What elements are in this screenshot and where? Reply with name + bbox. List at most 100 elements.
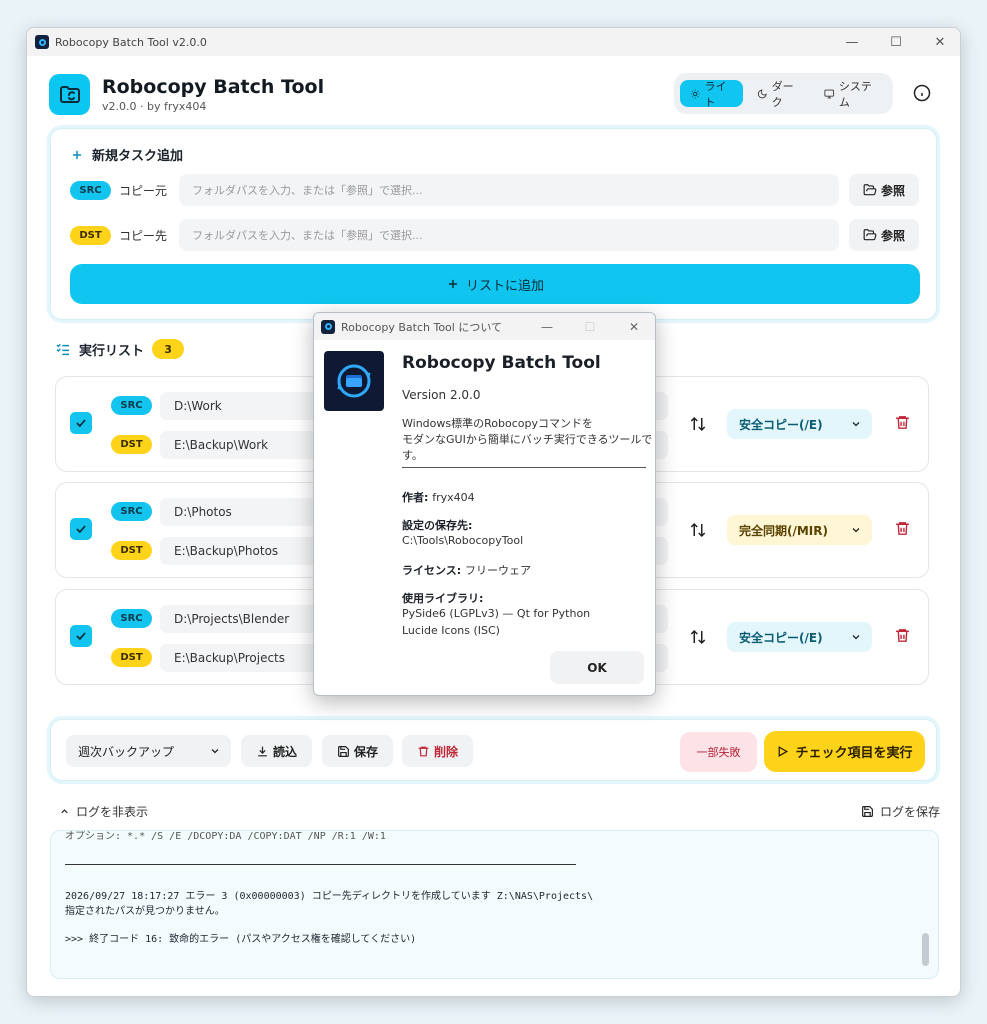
- app-icon: [35, 35, 49, 49]
- list-checks-icon: [56, 343, 69, 356]
- moon-icon: [758, 89, 767, 98]
- trash-icon[interactable]: [894, 520, 911, 541]
- chevron-down-icon: [852, 422, 860, 427]
- dst-tag: DST: [70, 226, 111, 245]
- dialog-app-name: Robocopy Batch Tool: [402, 353, 601, 373]
- check-icon: [76, 632, 86, 641]
- src-tag: SRC: [111, 609, 152, 628]
- theme-system-button[interactable]: システム: [814, 80, 887, 109]
- maximize-button[interactable]: ☐: [874, 28, 918, 56]
- info-icon[interactable]: [913, 84, 931, 102]
- trash-icon[interactable]: [894, 414, 911, 435]
- dialog-version: Version 2.0.0: [402, 388, 481, 402]
- window-title: Robocopy Batch Tool v2.0.0: [55, 35, 207, 49]
- log-line: オプション: *.* /S /E /DCOPY:DA /COPY:DAT /NP…: [65, 831, 386, 842]
- folder-open-icon: [863, 184, 877, 196]
- task-checkbox[interactable]: [70, 518, 92, 540]
- theme-light-button[interactable]: ライト: [680, 80, 744, 109]
- license-line: ライセンス: フリーウェア: [402, 564, 532, 577]
- new-task-title: 新規タスク追加: [70, 145, 183, 164]
- task-list-title: 実行リスト 3: [55, 339, 185, 359]
- play-icon: [779, 746, 789, 757]
- library-item: Lucide Icons (ISC): [402, 624, 500, 637]
- src-tag: SRC: [70, 181, 111, 200]
- action-bar: 週次バックアップ 読込 保存 削除 一部失敗 チェック項目を実行: [50, 719, 937, 781]
- dialog-title-bar[interactable]: Robocopy Batch Tool について — ☐ ✕: [314, 313, 655, 340]
- dialog-divider: [402, 467, 646, 468]
- libraries-label: 使用ライブラリ:: [402, 592, 484, 605]
- swap-icon[interactable]: [689, 628, 707, 650]
- ok-button[interactable]: OK: [550, 651, 644, 684]
- src-path-input[interactable]: フォルダパスを入力、または「参照」で選択...: [179, 174, 839, 206]
- log-save-button[interactable]: ログを保存: [861, 803, 940, 820]
- app-header: Robocopy Batch Tool v2.0.0 · by fryx404: [49, 74, 324, 115]
- dst-tag: DST: [111, 541, 152, 560]
- title-bar[interactable]: Robocopy Batch Tool v2.0.0 — ☐ ✕: [27, 28, 960, 56]
- chevron-down-icon: [211, 749, 219, 754]
- app-logo-icon: [49, 74, 90, 115]
- dst-tag: DST: [111, 648, 152, 667]
- monitor-icon: [824, 89, 835, 98]
- delete-preset-button[interactable]: 削除: [402, 735, 473, 767]
- author-line: 作者: fryx404: [402, 491, 475, 504]
- check-icon: [76, 419, 86, 428]
- swap-icon[interactable]: [689, 521, 707, 543]
- folder-open-icon: [863, 229, 877, 241]
- theme-switcher: ライト ダーク システム: [674, 73, 893, 114]
- save-icon: [338, 745, 349, 757]
- app-subtitle: v2.0.0 · by fryx404: [102, 100, 207, 113]
- dst-browse-button[interactable]: 参照: [849, 219, 919, 251]
- save-icon: [862, 806, 873, 817]
- app-name: Robocopy Batch Tool: [102, 76, 325, 98]
- dst-row-label: DST コピー先: [70, 226, 167, 245]
- dst-tag: DST: [111, 435, 152, 454]
- copy-mode-select[interactable]: 安全コピー(/E): [727, 622, 872, 652]
- new-task-panel: 新規タスク追加 SRC コピー元 フォルダパスを入力、または「参照」で選択...…: [50, 128, 937, 320]
- log-line: 指定されたパスが見つかりません。: [65, 906, 225, 917]
- src-tag: SRC: [111, 502, 152, 521]
- preset-select[interactable]: 週次バックアップ: [66, 735, 231, 767]
- save-button[interactable]: 保存: [322, 735, 393, 767]
- plus-icon: [448, 279, 458, 289]
- library-item: PySide6 (LGPLv3) — Qt for Python: [402, 607, 591, 620]
- app-icon: [321, 319, 335, 334]
- src-browse-button[interactable]: 参照: [849, 174, 919, 206]
- log-toggle-button[interactable]: ログを非表示: [59, 803, 148, 820]
- save-location-label: 設定の保存先:: [402, 519, 473, 532]
- dialog-maximize-button: ☐: [584, 319, 596, 334]
- load-button[interactable]: 読込: [241, 735, 312, 767]
- dst-path-input[interactable]: フォルダパスを入力、または「参照」で選択...: [179, 219, 839, 251]
- check-icon: [76, 525, 86, 534]
- copy-mode-select[interactable]: 安全コピー(/E): [727, 409, 872, 439]
- trash-icon[interactable]: [894, 627, 911, 648]
- src-row-label: SRC コピー元: [70, 181, 167, 200]
- status-badge: 一部失敗: [680, 732, 757, 772]
- log-separator: [65, 864, 576, 865]
- run-checked-button[interactable]: チェック項目を実行: [764, 731, 925, 772]
- log-scrollbar[interactable]: [922, 933, 929, 966]
- add-to-list-button[interactable]: リストに追加: [70, 264, 920, 304]
- close-button[interactable]: ✕: [918, 28, 960, 56]
- chevron-up-icon: [61, 809, 68, 814]
- dialog-close-button[interactable]: ✕: [613, 313, 655, 340]
- plus-icon: [72, 150, 82, 159]
- src-tag: SRC: [111, 396, 152, 415]
- task-count-badge: 3: [152, 339, 185, 359]
- swap-icon[interactable]: [689, 415, 707, 437]
- log-line: >>> 終了コード 16: 致命的エラー (パスやアクセス権を確認してください): [65, 934, 417, 945]
- sun-icon: [690, 89, 700, 98]
- task-checkbox[interactable]: [70, 625, 92, 647]
- chevron-down-icon: [852, 528, 860, 533]
- dialog-minimize-button[interactable]: —: [526, 313, 568, 340]
- copy-mode-select[interactable]: 完全同期(/MIR): [727, 515, 872, 545]
- dialog-title: Robocopy Batch Tool について: [341, 320, 503, 334]
- download-icon: [258, 746, 267, 756]
- app-logo-icon: [324, 351, 384, 411]
- dialog-description: Windows標準のRobocopyコマンドを モダンなGUIから簡単にバッチ実…: [402, 417, 653, 462]
- log-output[interactable]: オプション: *.* /S /E /DCOPY:DA /COPY:DAT /NP…: [50, 830, 939, 979]
- theme-dark-button[interactable]: ダーク: [747, 80, 810, 109]
- task-checkbox[interactable]: [70, 412, 92, 434]
- about-dialog: Robocopy Batch Tool について — ☐ ✕ Robocopy …: [313, 312, 656, 696]
- minimize-button[interactable]: —: [830, 28, 874, 56]
- log-line: 2026/09/27 18:17:27 エラー 3 (0x00000003) コ…: [65, 891, 594, 902]
